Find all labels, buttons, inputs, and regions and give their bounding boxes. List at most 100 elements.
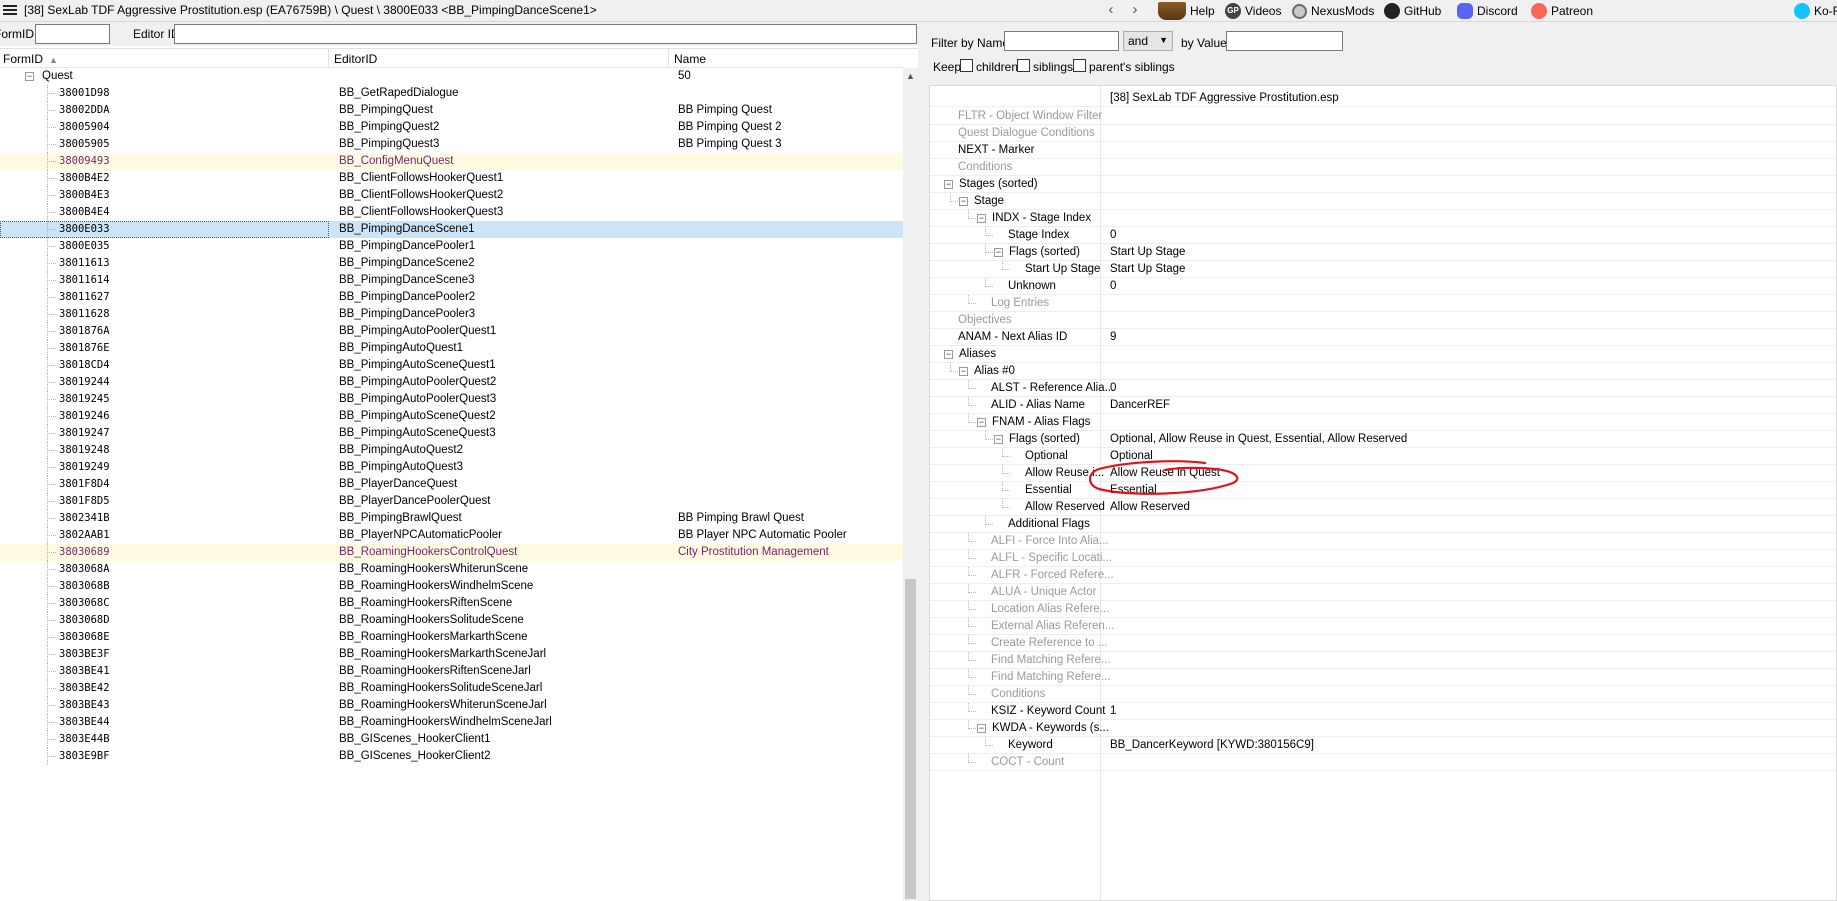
tree-row[interactable]: − Aliases xyxy=(930,346,1836,363)
table-row[interactable]: 38001D98 BB_GetRapedDialogue xyxy=(0,85,903,102)
tree-row[interactable]: − Flags (sorted) Start Up Stage xyxy=(930,244,1836,261)
collapse-icon[interactable]: − xyxy=(977,214,986,223)
tree-row[interactable]: External Alias Referen... xyxy=(930,618,1836,635)
tree-row[interactable]: COCT - Count xyxy=(930,754,1836,771)
tree-row[interactable]: − KWDA - Keywords (s... xyxy=(930,720,1836,737)
back-arrow-icon[interactable]: ‹ xyxy=(1102,1,1120,18)
tree-row[interactable]: ALFL - Specific Locati... xyxy=(930,550,1836,567)
tree-row[interactable]: FLTR - Object Window Filter xyxy=(930,108,1836,125)
collapse-icon[interactable]: − xyxy=(977,418,986,427)
children-checkbox[interactable] xyxy=(960,59,973,72)
table-row[interactable]: 3800B4E2 BB_ClientFollowsHookerQuest1 xyxy=(0,170,903,187)
table-row[interactable]: 38019244 BB_PimpingAutoPoolerQuest2 xyxy=(0,374,903,391)
collapse-icon[interactable]: − xyxy=(959,367,968,376)
table-row[interactable]: 38019248 BB_PimpingAutoQuest2 xyxy=(0,442,903,459)
tree-row[interactable]: ALFR - Forced Refere... xyxy=(930,567,1836,584)
tree-row[interactable]: Keyword BB_DancerKeyword [KYWD:380156C9] xyxy=(930,737,1836,754)
tree-row[interactable]: − Stages (sorted) xyxy=(930,176,1836,193)
tree-row[interactable]: − FNAM - Alias Flags xyxy=(930,414,1836,431)
table-row[interactable]: 38011628 BB_PimpingDancePooler3 xyxy=(0,306,903,323)
record-tree[interactable]: [38] SexLab TDF Aggressive Prostitution.… xyxy=(929,85,1837,901)
tree-row[interactable]: ALUA - Unique Actor xyxy=(930,584,1836,601)
table-row[interactable]: 38018CD4 BB_PimpingAutoSceneQuest1 xyxy=(0,357,903,374)
tree-row[interactable]: Additional Flags xyxy=(930,516,1836,533)
videos-link[interactable]: GP Videos xyxy=(1225,1,1281,21)
menu-icon[interactable] xyxy=(3,3,17,17)
table-row[interactable]: 3801F8D5 BB_PlayerDancePoolerQuest xyxy=(0,493,903,510)
tree-row[interactable]: Stage Index 0 xyxy=(930,227,1836,244)
tree-row[interactable]: Find Matching Refere... xyxy=(930,652,1836,669)
table-row[interactable]: 38019246 BB_PimpingAutoSceneQuest2 xyxy=(0,408,903,425)
table-row[interactable]: 38019249 BB_PimpingAutoQuest3 xyxy=(0,459,903,476)
filter-name-input[interactable] xyxy=(1004,31,1119,51)
table-row[interactable]: 38005904 BB_PimpingQuest2 BB Pimping Quest… xyxy=(0,119,903,136)
table-row[interactable]: 3803E9BF BB_GIScenes_HookerClient2 xyxy=(0,748,903,765)
scrollbar-thumb[interactable] xyxy=(905,579,916,899)
table-row[interactable]: 3800B4E4 BB_ClientFollowsHookerQuest3 xyxy=(0,204,903,221)
table-row[interactable]: 38011627 BB_PimpingDancePooler2 xyxy=(0,289,903,306)
collapse-icon[interactable]: − xyxy=(994,435,1003,444)
tree-row[interactable]: Essential Essential xyxy=(930,482,1836,499)
operator-select[interactable]: and ▼ xyxy=(1123,31,1173,51)
tree-row[interactable]: Create Reference to ... xyxy=(930,635,1836,652)
tree-row[interactable]: Allow Reserved Allow Reserved xyxy=(930,499,1836,516)
record-list[interactable]: FormID ▲ EditorID Name − Quest 50 38001D9… xyxy=(0,48,918,901)
scroll-up-icon[interactable]: ▲ xyxy=(903,68,918,85)
column-header-formid[interactable]: FormID ▲ xyxy=(3,52,58,66)
forward-arrow-icon[interactable]: › xyxy=(1126,1,1144,18)
tree-row[interactable]: Allow Reuse i... Allow Reuse in Quest xyxy=(930,465,1836,482)
tree-row[interactable]: Start Up Stage Start Up Stage xyxy=(930,261,1836,278)
github-link[interactable]: GitHub xyxy=(1384,1,1441,21)
patreon-link[interactable]: Patreon xyxy=(1531,1,1593,21)
tree-row[interactable]: Location Alias Refere... xyxy=(930,601,1836,618)
table-row[interactable]: 3800B4E3 BB_ClientFollowsHookerQuest2 xyxy=(0,187,903,204)
help-link[interactable]: Help xyxy=(1158,1,1215,21)
tree-row[interactable]: Conditions xyxy=(930,686,1836,703)
tree-row[interactable]: KSIZ - Keyword Count 1 xyxy=(930,703,1836,720)
tree-row[interactable]: Optional Optional xyxy=(930,448,1836,465)
collapse-icon[interactable]: − xyxy=(944,350,953,359)
table-row[interactable]: 38030689 BB_RoamingHookersControlQuest Cit… xyxy=(0,544,903,561)
table-row[interactable]: 38011614 BB_PimpingDanceScene3 xyxy=(0,272,903,289)
table-row[interactable]: 38005905 BB_PimpingQuest3 BB Pimping Quest… xyxy=(0,136,903,153)
table-row[interactable]: 3800E033 BB_PimpingDanceScene1 xyxy=(0,221,903,238)
table-row[interactable]: 3803068A BB_RoamingHookersWhiterunScene xyxy=(0,561,903,578)
table-row[interactable]: 3803068C BB_RoamingHookersRiftenScene xyxy=(0,595,903,612)
table-row[interactable]: 3803E44B BB_GIScenes_HookerClient1 xyxy=(0,731,903,748)
table-row[interactable]: 3801876A BB_PimpingAutoPoolerQuest1 xyxy=(0,323,903,340)
tree-row[interactable]: Find Matching Refere... xyxy=(930,669,1836,686)
parents-siblings-checkbox[interactable] xyxy=(1073,59,1086,72)
tree-row[interactable]: ALID - Alias Name DancerREF xyxy=(930,397,1836,414)
collapse-icon[interactable]: − xyxy=(959,197,968,206)
table-row[interactable]: 38019245 BB_PimpingAutoPoolerQuest3 xyxy=(0,391,903,408)
table-row[interactable]: 3803BE3F BB_RoamingHookersMarkarthSceneJa… xyxy=(0,646,903,663)
tree-row[interactable]: ANAM - Next Alias ID 9 xyxy=(930,329,1836,346)
tree-row[interactable]: Quest Dialogue Conditions xyxy=(930,125,1836,142)
formid-filter-input[interactable] xyxy=(35,24,110,44)
tree-row[interactable]: Conditions xyxy=(930,159,1836,176)
column-header-editorid[interactable]: EditorID xyxy=(334,52,377,66)
tree-row[interactable]: − INDX - Stage Index xyxy=(930,210,1836,227)
group-row-quest[interactable]: − Quest 50 xyxy=(0,68,903,85)
collapse-icon[interactable]: − xyxy=(25,72,34,81)
column-header-name[interactable]: Name xyxy=(674,52,706,66)
table-row[interactable]: 3801F8D4 BB_PlayerDanceQuest xyxy=(0,476,903,493)
table-row[interactable]: 38011613 BB_PimpingDanceScene2 xyxy=(0,255,903,272)
collapse-icon[interactable]: − xyxy=(994,248,1003,257)
tree-row[interactable]: − Stage xyxy=(930,193,1836,210)
table-row[interactable]: 3803BE42 BB_RoamingHookersSolitudeSceneJa… xyxy=(0,680,903,697)
vertical-scrollbar[interactable]: ▲ xyxy=(903,68,918,901)
filter-value-input[interactable] xyxy=(1226,31,1343,51)
table-row[interactable]: 3800E035 BB_PimpingDancePooler1 xyxy=(0,238,903,255)
editorid-filter-input[interactable] xyxy=(174,24,917,44)
table-row[interactable]: 3803068B BB_RoamingHookersWindhelmScene xyxy=(0,578,903,595)
collapse-icon[interactable]: − xyxy=(944,180,953,189)
tree-row[interactable]: Objectives xyxy=(930,312,1836,329)
table-row[interactable]: 3803BE44 BB_RoamingHookersWindhelmSceneJa… xyxy=(0,714,903,731)
table-row[interactable]: 38019247 BB_PimpingAutoSceneQuest3 xyxy=(0,425,903,442)
tree-row[interactable]: − Flags (sorted) Optional, Allow Reuse in … xyxy=(930,431,1836,448)
table-row[interactable]: 3803BE43 BB_RoamingHookersWhiterunSceneJa… xyxy=(0,697,903,714)
table-row[interactable]: 3802341B BB_PimpingBrawlQuest BB Pimping B… xyxy=(0,510,903,527)
tree-row[interactable]: Unknown 0 xyxy=(930,278,1836,295)
tree-row[interactable]: − Alias #0 xyxy=(930,363,1836,380)
